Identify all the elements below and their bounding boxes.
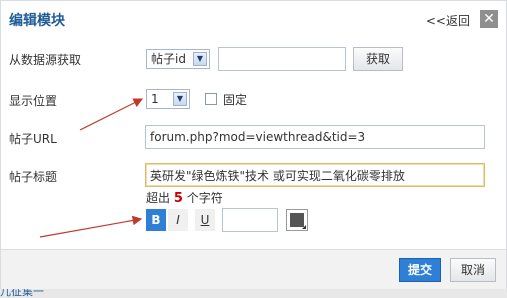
post-title-label: 帖子标题 [9, 170, 58, 184]
source-label: 从数据源获取 [9, 53, 82, 67]
position-label: 显示位置 [9, 94, 58, 108]
italic-button[interactable]: I [168, 209, 188, 231]
chevron-down-icon [302, 225, 306, 229]
fetch-button[interactable]: 获取 [353, 47, 403, 71]
edit-module-dialog: 编辑模块 <<返回 ✕ 从数据源获取 帖子id ▼ 获取 显示位置 1 ▼ 固定… [0, 0, 507, 289]
source-type-select[interactable]: 帖子id ▼ [146, 49, 210, 69]
text-color-picker[interactable] [286, 209, 308, 231]
length-warning-suffix: 个字符 [186, 191, 223, 205]
url-input[interactable] [145, 125, 485, 149]
submit-button[interactable]: 提交 [399, 258, 441, 282]
dialog-title: 编辑模块 [9, 13, 65, 29]
close-icon[interactable]: ✕ [480, 10, 498, 28]
post-title-input[interactable] [145, 163, 485, 187]
chevron-down-icon: ▼ [193, 52, 207, 66]
dialog-header: 编辑模块 <<返回 ✕ [1, 1, 506, 39]
font-size-input[interactable] [222, 208, 278, 232]
url-label: 帖子URL [9, 132, 57, 146]
position-select[interactable]: 1 ▼ [146, 89, 190, 109]
position-value: 1 [151, 92, 159, 106]
bold-button[interactable]: B [146, 209, 166, 231]
underline-button[interactable]: U [195, 209, 215, 231]
source-id-input[interactable] [218, 47, 346, 71]
source-type-value: 帖子id [151, 52, 186, 66]
length-warning-prefix: 超出 [146, 191, 171, 205]
cancel-button[interactable]: 取消 [450, 258, 496, 282]
fixed-checkbox[interactable] [205, 93, 217, 105]
back-link[interactable]: <<返回 [426, 12, 470, 29]
fixed-checkbox-label: 固定 [223, 93, 248, 107]
background-strip [0, 289, 507, 298]
length-warning: 超出 5 个字符 [146, 189, 223, 206]
length-warning-count: 5 [173, 191, 183, 206]
chevron-down-icon: ▼ [173, 92, 187, 106]
